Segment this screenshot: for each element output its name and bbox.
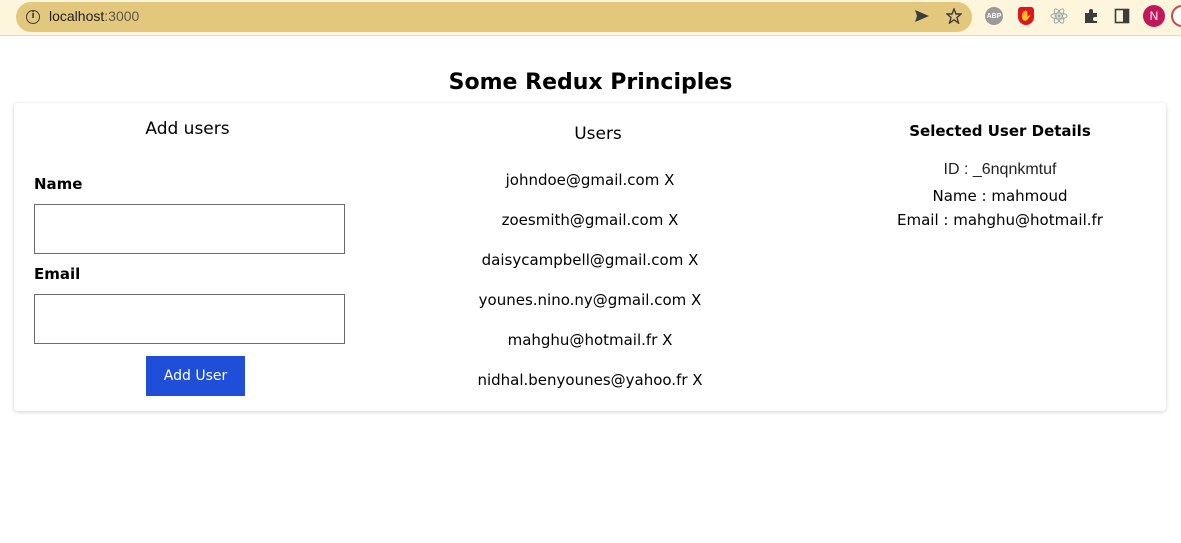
user-list-item[interactable]: johndoe@gmail.com X (440, 171, 740, 189)
menu-partial-icon[interactable] (1171, 5, 1181, 27)
selected-user-title: Selected User Details (909, 122, 1091, 140)
add-users-title: Add users (145, 119, 230, 139)
url-host: localhost (49, 8, 105, 24)
user-list-item[interactable]: nidhal.benyounes@yahoo.fr X (440, 371, 740, 389)
extensions-puzzle-icon[interactable] (1081, 6, 1101, 26)
selected-user-name: Name : mahmoud (932, 187, 1068, 205)
address-bar[interactable]: i localhost:3000 (16, 2, 972, 32)
send-icon[interactable] (912, 6, 932, 26)
user-list-item[interactable]: younes.nino.ny@gmail.com X (440, 291, 740, 309)
side-panel-icon[interactable] (1112, 6, 1132, 26)
selected-user-id: ID : _6nqnkmtuf (943, 161, 1057, 178)
name-input[interactable] (34, 204, 345, 254)
adblock-icon[interactable]: ABP (985, 7, 1003, 25)
user-list-item[interactable]: mahghu@hotmail.fr X (440, 331, 740, 349)
selected-user-email: Email : mahghu@hotmail.fr (897, 211, 1103, 229)
users-title: Users (574, 124, 622, 144)
site-info-icon[interactable]: i (26, 10, 40, 24)
url-port: :3000 (104, 8, 140, 24)
page-title: Some Redux Principles (448, 70, 733, 95)
browser-toolbar: i localhost:3000 ABP ✋ N (0, 0, 1181, 36)
ublock-shield-icon[interactable]: ✋ (1018, 7, 1034, 25)
name-label: Name (34, 175, 83, 193)
profile-avatar[interactable]: N (1143, 5, 1165, 27)
url-text[interactable]: localhost:3000 (49, 8, 139, 24)
user-list-item[interactable]: zoesmith@gmail.com X (440, 211, 740, 229)
user-list-item[interactable]: daisycampbell@gmail.com X (440, 251, 740, 269)
email-label: Email (34, 265, 81, 283)
bookmark-star-icon[interactable] (944, 6, 964, 26)
email-input[interactable] (34, 294, 345, 344)
add-user-button[interactable]: Add User (146, 356, 245, 396)
react-devtools-icon[interactable] (1049, 6, 1069, 26)
